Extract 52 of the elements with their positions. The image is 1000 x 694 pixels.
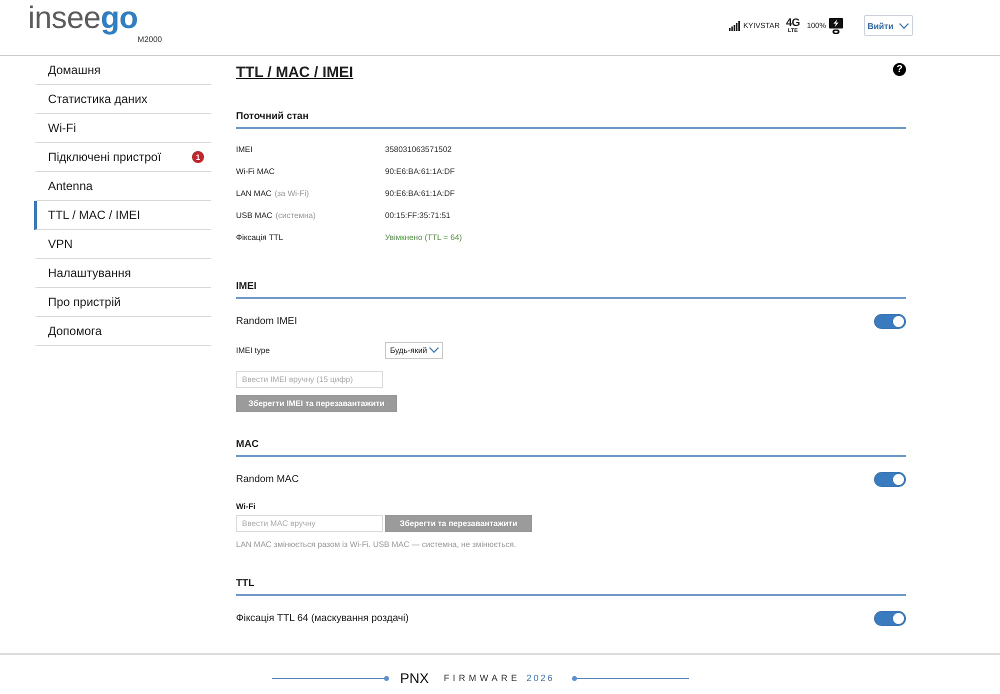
sidebar-item[interactable]: Налаштування	[34, 259, 211, 288]
imei-type-select[interactable]: Будь-який	[385, 342, 443, 358]
field-value: 90:E6:BA:61:1A:DF	[385, 166, 455, 176]
input-field[interactable]: Ввести IMEI вручну (15 цифр)	[236, 371, 383, 388]
sidebar-item[interactable]: Про пристрій	[34, 288, 211, 317]
battery-icon	[829, 18, 843, 34]
field-value: 358031063571502	[385, 144, 452, 154]
caret-icon	[429, 347, 439, 353]
model-label: M2000	[138, 35, 162, 45]
field-label: IMEI	[236, 144, 252, 154]
brand-logo: inseego	[28, 1, 138, 35]
toggle-switch[interactable]	[874, 472, 906, 486]
field-label: USB MAC	[236, 210, 272, 220]
firmware-label: FIRMWARE	[444, 673, 520, 683]
network-type: 4G	[786, 18, 800, 28]
brand-name: PNX	[400, 669, 429, 687]
section-heading: IMEI	[236, 279, 906, 299]
section-heading: Поточний стан	[236, 109, 906, 129]
toggle-switch[interactable]	[874, 610, 906, 626]
caret-icon	[899, 22, 910, 28]
field-label: Wi-Fi MAC	[236, 166, 275, 176]
field-label: LAN MAC	[236, 188, 272, 198]
field-value: 00:15:FF:35:71:51	[385, 210, 450, 220]
help-button[interactable]: ?	[893, 63, 906, 76]
field-label: Фіксація TTL	[236, 232, 284, 242]
field-value: Увімкнено (TTL = 64)	[385, 232, 462, 242]
toggle-switch[interactable]	[874, 314, 906, 328]
firmware-year: 2026	[526, 673, 554, 683]
sidebar-item[interactable]: Допомога	[34, 317, 211, 346]
logout-button[interactable]: Вийти	[864, 15, 913, 36]
sidebar-item[interactable]: Домашня	[34, 56, 211, 85]
field-note: (системна)	[275, 210, 316, 220]
field-label: IMEI type	[236, 346, 270, 354]
setting-label: Фіксація TTL 64 (маскування роздачі)	[236, 612, 409, 624]
setting-label: Random MAC	[236, 474, 299, 484]
section-heading: TTL	[236, 576, 906, 596]
field-label: Wi-Fi	[236, 501, 256, 513]
field-value: 90:E6:BA:61:1A:DF	[385, 188, 455, 198]
input-field[interactable]: Ввести MAC вручну	[236, 515, 383, 532]
setting-label: Random IMEI	[236, 316, 298, 326]
signal-icon	[729, 20, 740, 30]
section-heading: MAC	[236, 437, 906, 457]
page-title: TTL / MAC / IMEI	[236, 63, 354, 83]
field-note: (за Wi-Fi)	[274, 188, 309, 198]
sidebar-item[interactable]: TTL / MAC / IMEI	[34, 201, 211, 230]
sidebar-item[interactable]: Статистика даних	[34, 85, 211, 114]
sidebar-item[interactable]: Wi-Fi	[34, 114, 211, 143]
sidebar-item[interactable]: Antenna	[34, 172, 211, 201]
sidebar-item[interactable]: VPN	[34, 230, 211, 259]
sidebar-item[interactable]: Підключені пристрої 1	[34, 143, 211, 172]
hint-text: LAN MAC змінюється разом із Wi-Fi. USB MAC — системна, не змінюється.	[236, 539, 516, 551]
count-badge: 1	[192, 151, 204, 163]
